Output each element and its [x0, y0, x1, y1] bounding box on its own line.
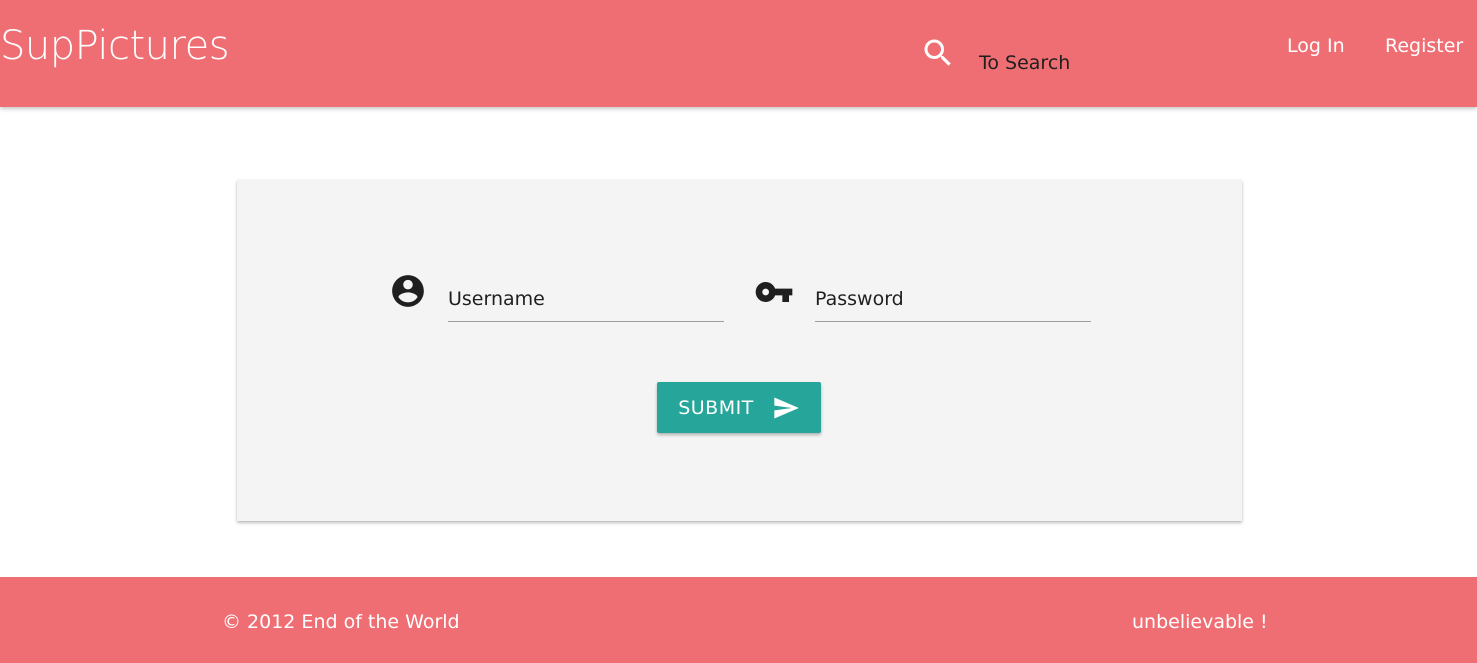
username-field[interactable] [448, 276, 724, 322]
copyright-text: © 2012 End of the World [222, 611, 460, 633]
brand-logo[interactable]: SupPictures [0, 20, 230, 72]
submit-button[interactable]: SUBMIT [657, 382, 821, 433]
page-footer: © 2012 End of the World unbelievable ! [0, 577, 1477, 663]
nav-register-link[interactable]: Register [1385, 32, 1463, 60]
search-input[interactable] [975, 46, 1225, 80]
password-field[interactable] [815, 276, 1091, 322]
footer-link[interactable]: unbelievable ! [1132, 608, 1268, 636]
top-navbar: SupPictures Log In Register [0, 0, 1477, 107]
send-icon [774, 397, 799, 418]
account-circle-icon [392, 275, 424, 307]
login-card: SUBMIT [237, 180, 1242, 521]
submit-label: SUBMIT [678, 396, 754, 419]
nav-login-link[interactable]: Log In [1287, 32, 1345, 60]
key-icon [755, 282, 793, 302]
search-icon[interactable] [920, 35, 956, 71]
